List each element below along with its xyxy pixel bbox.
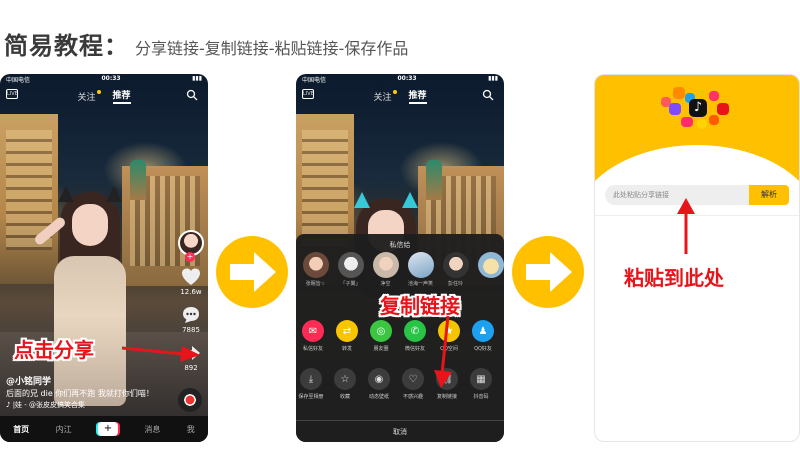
message-icon: ✉ xyxy=(302,320,324,342)
battery-icon: ▮▮▮ xyxy=(488,75,498,82)
app-logos-cluster: ♪ xyxy=(659,81,739,141)
status-bar: 中国电信 00:33 ▮▮▮ xyxy=(296,74,504,86)
comment-icon xyxy=(183,307,199,323)
nav-messages[interactable]: 消息 xyxy=(144,424,160,435)
share-sheet: 私信给 张眠皆☆ 「子翼」 净空 池海一声笑 彭任玲 ✉ 私信好友 ⇄ 转发 ◎ 朋友… xyxy=(296,234,504,442)
label-tap-share: 点击分享 xyxy=(14,338,94,362)
carrier-label: 中国电信 xyxy=(302,77,327,84)
live-icon[interactable]: LIVE xyxy=(6,89,18,99)
repost-icon: ⇄ xyxy=(336,320,358,342)
live-icon[interactable]: LIVE xyxy=(302,89,314,99)
search-icon[interactable] xyxy=(482,89,494,101)
phone-screenshot-share-sheet: 中国电信 00:33 ▮▮▮ LIVE 关注 推荐 私信给 张眠皆☆ 「子翼」 … xyxy=(296,74,504,442)
tool-save-album[interactable]: ⤓ 保存至相册 xyxy=(298,368,324,400)
red-arrow-up xyxy=(677,198,695,254)
share-private-message[interactable]: ✉ 私信好友 xyxy=(300,320,326,352)
friend-avatar xyxy=(372,252,399,278)
share-wechat[interactable]: ✆ 微信好友 xyxy=(402,320,428,352)
share-targets: ✉ 私信好友 ⇄ 转发 ◎ 朋友圈 ✆ 微信好友 ★ QQ空间 ♟ QQ好友 xyxy=(300,320,504,352)
wallpaper-icon: ◉ xyxy=(368,368,390,390)
comment-count: 7885 xyxy=(182,326,200,334)
friend-avatar xyxy=(407,252,434,278)
tool-live-wallpaper[interactable]: ◉ 动态壁纸 xyxy=(366,368,392,400)
phone-screenshot-video: 中国电信 00:33 ▮▮▮ LIVE 关注 推荐 + 12.6w 7885 8… xyxy=(0,74,208,442)
friend-avatar xyxy=(302,252,329,278)
share-sheet-title: 私信给 xyxy=(389,241,411,249)
arrow-right-icon xyxy=(230,252,276,292)
comment-action[interactable]: 7885 xyxy=(180,304,202,334)
star-outline-icon: ☆ xyxy=(334,368,356,390)
tab-follow[interactable]: 关注 xyxy=(77,89,101,103)
step-arrow-1 xyxy=(216,236,288,308)
search-icon[interactable] xyxy=(186,89,198,101)
nav-city[interactable]: 内江 xyxy=(56,424,72,435)
friend-item[interactable] xyxy=(477,252,504,287)
parse-button[interactable]: 解析 xyxy=(749,185,789,205)
friend-avatar xyxy=(442,252,469,278)
friend-avatar xyxy=(477,252,504,278)
wechat-icon: ✆ xyxy=(404,320,426,342)
nav-create-button[interactable]: + xyxy=(97,422,118,436)
tool-douyin-code[interactable]: ▦ 抖音码 xyxy=(468,368,494,400)
friend-item[interactable]: 「子翼」 xyxy=(337,252,364,287)
red-arrow-right xyxy=(121,346,200,362)
nav-home[interactable]: 首页 xyxy=(13,424,29,435)
share-qq[interactable]: ♟ QQ好友 xyxy=(470,320,496,352)
tutorial-header: 简易教程： 分享链接-复制链接-粘贴链接-保存作品 xyxy=(4,26,408,60)
friend-avatar xyxy=(337,252,364,278)
broken-heart-icon: ♡ xyxy=(402,368,424,390)
bottom-navigation: 首页 内江 + 消息 我 xyxy=(0,416,208,442)
share-repost[interactable]: ⇄ 转发 xyxy=(334,320,360,352)
share-moments[interactable]: ◎ 朋友圈 xyxy=(368,320,394,352)
friend-item[interactable]: 彭任玲 xyxy=(442,252,469,287)
moments-icon: ◎ xyxy=(370,320,392,342)
divider xyxy=(595,215,799,216)
clock: 00:33 xyxy=(101,75,121,82)
video-person xyxy=(32,186,160,416)
tab-recommend[interactable]: 推荐 xyxy=(112,88,131,104)
feed-tabs: LIVE 关注 推荐 xyxy=(296,86,504,106)
qq-icon: ♟ xyxy=(472,320,494,342)
phone-screenshot-parser: ♪ 此处粘贴分享链接 解析 xyxy=(594,74,800,442)
nav-me[interactable]: 我 xyxy=(187,424,195,435)
heart-icon xyxy=(182,268,200,285)
like-count: 12.6w xyxy=(180,288,202,296)
friend-item[interactable]: 净空 xyxy=(372,252,399,287)
page-subtitle: 分享链接-复制链接-粘贴链接-保存作品 xyxy=(135,39,409,58)
download-icon: ⤓ xyxy=(300,368,322,390)
feed-tabs: LIVE 关注 推荐 xyxy=(0,86,208,106)
cancel-button[interactable]: 取消 xyxy=(296,420,504,442)
caption-music[interactable]: ♪ |娃 - @张皮皮搞笑合集 xyxy=(6,400,85,410)
caption-user[interactable]: @小铭同学 xyxy=(6,374,51,387)
carrier-label: 中国电信 xyxy=(6,77,31,84)
caption-text: 后面的兄 die 你们再不跑 我就打你们喵！ xyxy=(6,389,154,398)
tool-favorite[interactable]: ☆ 收藏 xyxy=(332,368,358,400)
follow-plus-icon[interactable]: + xyxy=(185,252,195,262)
arrow-right-icon xyxy=(526,252,572,292)
tool-not-interested[interactable]: ♡ 不感兴趣 xyxy=(400,368,426,400)
friend-item[interactable]: 张眠皆☆ xyxy=(302,252,329,287)
tab-recommend[interactable]: 推荐 xyxy=(408,88,427,104)
like-action[interactable]: 12.6w xyxy=(180,266,202,296)
step-arrow-2 xyxy=(512,236,584,308)
share-count: 892 xyxy=(184,364,198,372)
status-bar: 中国电信 00:33 ▮▮▮ xyxy=(0,74,208,86)
battery-icon: ▮▮▮ xyxy=(192,75,202,82)
friend-list: 张眠皆☆ 「子翼」 净空 池海一声笑 彭任玲 xyxy=(302,252,504,287)
clock: 00:33 xyxy=(397,75,417,82)
qr-code-icon: ▦ xyxy=(470,368,492,390)
share-tools: ⤓保存至相册 ☆收藏 ◉动态壁纸 ♡不感兴趣 ⛓复制链接 ▦抖音码 xyxy=(298,368,504,400)
page-title: 简易教程： xyxy=(4,32,129,60)
tiktok-logo-icon: ♪ xyxy=(689,99,707,117)
red-arrow-down xyxy=(434,315,452,388)
friend-item[interactable]: 池海一声笑 xyxy=(407,252,434,287)
label-paste-here: 粘贴到此处 xyxy=(624,266,724,290)
music-disc-icon[interactable] xyxy=(178,388,202,412)
tab-follow[interactable]: 关注 xyxy=(373,89,397,103)
